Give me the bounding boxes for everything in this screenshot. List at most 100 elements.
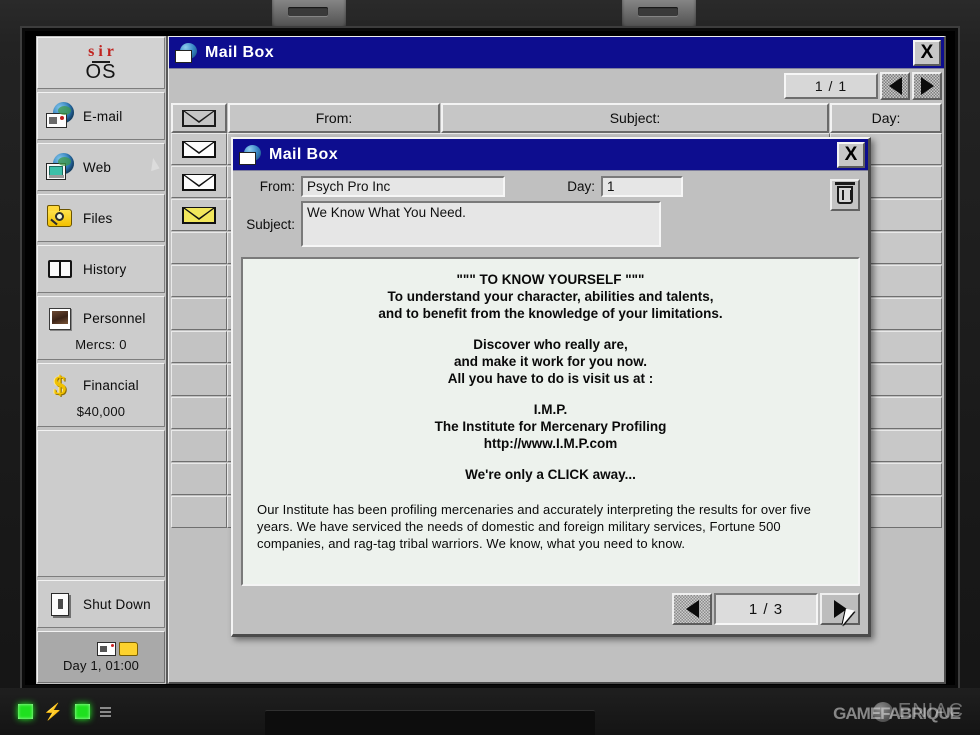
mailbox-icon (175, 42, 197, 63)
dialog-pagination: 1 / 3 (233, 588, 868, 634)
envelope-read-icon (182, 173, 216, 191)
tray-mail-icon[interactable] (96, 641, 116, 656)
mail-blank-line (257, 322, 844, 336)
mailbox-title: Mail Box (205, 43, 274, 61)
brand-logo: ENIAC (872, 700, 964, 723)
mailbox-next-page-button[interactable] (912, 72, 942, 100)
column-header-day: Day: (830, 103, 942, 133)
logo-sir-text: sir (88, 43, 118, 60)
portrait-icon (46, 305, 76, 333)
dialog-titlebar: Mail Box X (233, 139, 868, 171)
table-row-empty[interactable] (171, 298, 227, 330)
table-row[interactable] (171, 166, 227, 198)
sidebar-item-label-files: Files (83, 210, 113, 226)
dialog-title: Mail Box (269, 145, 338, 163)
brand-mark-icon (872, 701, 893, 722)
column-header-from: From: (228, 103, 440, 133)
vent-lines-icon (99, 706, 111, 717)
mail-body-paragraph: Our Institute has been profiling mercena… (257, 502, 811, 551)
mail-reader-dialog: Mail Box X From: Psych Pro Inc Day: 1 Su… (231, 137, 871, 637)
dollar-icon: $ (53, 370, 67, 400)
system-clock-panel: Day 1, 01:00 (37, 631, 165, 683)
sidebar-item-label-history: History (83, 261, 127, 277)
table-row-empty[interactable] (171, 463, 227, 495)
mail-line: and make it work for you now. (453, 354, 648, 369)
cursor-arrow-icon (147, 156, 160, 172)
power-led (18, 704, 33, 719)
envelope-unread-icon (182, 206, 216, 224)
table-row[interactable] (171, 199, 227, 231)
mail-body: """ TO KNOW YOURSELF """ To understand yo… (241, 257, 860, 586)
computer-chassis: ⚡ ENIAC GAMEFABRIQUE (0, 688, 980, 735)
mailbox-prev-page-button[interactable] (880, 72, 910, 100)
from-label: From: (259, 179, 295, 194)
table-row-empty[interactable] (171, 265, 227, 297)
from-value: Psych Pro Inc (301, 176, 505, 197)
subject-label: Subject: (246, 216, 295, 232)
shutdown-button[interactable]: Shut Down (37, 580, 165, 628)
subject-value: We Know What You Need. (301, 201, 661, 247)
sir-os-logo: sir OS (37, 37, 165, 89)
sidebar-item-financial[interactable]: $ Financial $40,000 (37, 363, 165, 427)
dialog-mail-icon (239, 144, 261, 165)
table-row-empty[interactable] (171, 232, 227, 264)
desktop: sir OS E-mail Web Files History Personne… (36, 36, 946, 684)
activity-led (74, 704, 90, 719)
mail-body-headline: """ TO KNOW YOURSELF """ To understand yo… (257, 271, 844, 483)
mail-line: To understand your character, abilities … (387, 289, 714, 304)
sidebar-item-personnel[interactable]: Personnel Mercs: 0 (37, 296, 165, 360)
monitor-bezel: sir OS E-mail Web Files History Personne… (0, 0, 980, 735)
column-header-subject: Subject: (441, 103, 829, 133)
mercs-count: Mercs: 0 (75, 336, 127, 352)
sidebar-item-history[interactable]: History (37, 245, 165, 293)
book-icon (46, 255, 76, 283)
mail-line: The Institute for Mercenary Profiling (434, 419, 667, 434)
mail-prev-page-button[interactable] (672, 593, 712, 625)
bezel-tab-right (622, 0, 696, 30)
from-day-row: From: Psych Pro Inc Day: 1 (239, 176, 862, 197)
tray-folder-icon[interactable] (118, 641, 138, 656)
sidebar-item-label-personnel: Personnel (83, 311, 146, 326)
power-switch-icon (46, 590, 76, 618)
trash-icon (835, 182, 855, 204)
mail-page-counter: 1 / 3 (714, 593, 818, 625)
shutdown-label: Shut Down (83, 596, 151, 612)
mail-line: I.M.P. (533, 402, 568, 417)
web-globe-icon (46, 153, 76, 181)
column-header-icon (171, 103, 227, 133)
clock-text: Day 1, 01:00 (62, 657, 140, 673)
table-row-empty[interactable] (171, 397, 227, 429)
table-row[interactable] (171, 133, 227, 165)
dialog-close-button[interactable]: X (837, 141, 865, 168)
mail-line: We're only a CLICK away... (465, 467, 636, 482)
mailbox-close-button[interactable]: X (913, 39, 941, 66)
brand-text: ENIAC (897, 700, 964, 722)
mail-next-page-button[interactable] (820, 593, 860, 625)
sidebar-item-email[interactable]: E-mail (37, 92, 165, 140)
mailbox-column-headers: From: Subject: Day: (169, 103, 944, 133)
sidebar-item-web[interactable]: Web (37, 143, 165, 191)
table-row-empty[interactable] (171, 364, 227, 396)
mail-line: """ TO KNOW YOURSELF """ (456, 272, 645, 287)
tray-icons (96, 641, 138, 656)
folder-search-icon (46, 204, 76, 232)
delete-mail-button[interactable] (830, 179, 860, 211)
mailbox-window: Mail Box X 1 / 1 From: Subject: Day: Mai… (168, 36, 946, 684)
mailbox-titlebar: Mail Box X (169, 37, 944, 69)
dialog-header-fields: From: Psych Pro Inc Day: 1 Subject: We K… (233, 171, 868, 253)
day-value: 1 (601, 176, 683, 197)
sidebar-item-files[interactable]: Files (37, 194, 165, 242)
email-globe-icon (46, 102, 76, 130)
mail-line: All you have to do is visit us at : (447, 371, 654, 386)
sidebar-spacer (37, 430, 165, 577)
mail-line: Discover who really are, (473, 337, 628, 352)
sidebar: sir OS E-mail Web Files History Personne… (36, 36, 168, 684)
table-row-empty[interactable] (171, 430, 227, 462)
sidebar-item-label-email: E-mail (83, 108, 123, 124)
table-row-empty[interactable] (171, 331, 227, 363)
table-row-empty[interactable] (171, 496, 227, 528)
funds-amount: $40,000 (76, 403, 126, 419)
day-label: Day: (567, 179, 595, 194)
mail-line: and to benefit from the knowledge of you… (378, 306, 723, 321)
subject-row: Subject: We Know What You Need. (239, 201, 862, 247)
